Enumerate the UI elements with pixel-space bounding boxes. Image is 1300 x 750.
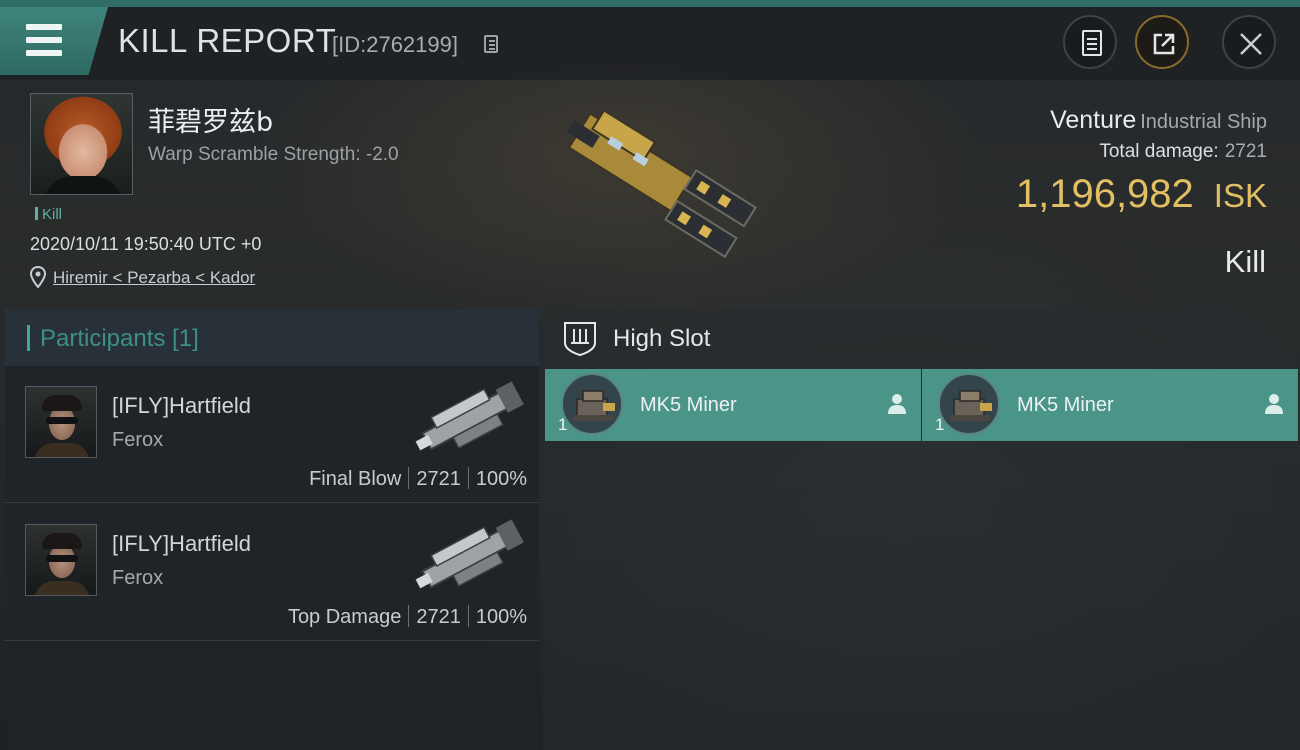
module-quantity: 1 bbox=[935, 415, 945, 434]
menu-icon bbox=[26, 24, 62, 30]
high-slot-title: High Slot bbox=[613, 325, 711, 352]
share-icon bbox=[1153, 33, 1175, 55]
participant-name: [IFLY]Hartfield bbox=[112, 531, 251, 556]
ship-class: Industrial Ship bbox=[1140, 111, 1267, 133]
module-item[interactable]: 1 MK5 Miner bbox=[545, 369, 921, 441]
share-button[interactable] bbox=[1135, 15, 1189, 69]
ferox-ship-image bbox=[415, 519, 524, 589]
victim-ship: Venture Industrial Ship bbox=[1050, 106, 1267, 135]
participant-stats: Top Damage 2721 100% bbox=[288, 605, 527, 629]
participant-avatar[interactable] bbox=[25, 524, 97, 596]
participant-damage: 2721 bbox=[416, 468, 461, 490]
participant-name: [IFLY]Hartfield bbox=[112, 393, 251, 418]
module-item[interactable]: 1 MK5 Miner bbox=[922, 369, 1298, 441]
copy-id-icon[interactable] bbox=[484, 35, 498, 53]
ferox-ship-image bbox=[415, 381, 524, 451]
participant-percent: 100% bbox=[475, 468, 527, 490]
kill-result: Kill bbox=[1224, 244, 1266, 279]
participant-role: Top Damage bbox=[287, 606, 402, 628]
kill-timestamp: 2020/10/11 19:50:40 UTC +0 bbox=[30, 234, 262, 254]
participant-ship: Ferox bbox=[112, 429, 164, 451]
participants-tab[interactable]: Participants [1] bbox=[5, 309, 539, 366]
module-name: MK5 Miner bbox=[1017, 394, 1114, 416]
location-link[interactable]: Hiremir < Pezarba < Kador bbox=[53, 268, 255, 288]
location-pin-icon bbox=[30, 266, 46, 288]
kill-tag: Kill bbox=[35, 206, 62, 223]
close-button[interactable] bbox=[1222, 15, 1276, 69]
isk-value: 1,196,982 ISK bbox=[1015, 172, 1267, 216]
report-id: [ID:2762199] bbox=[332, 32, 458, 57]
high-slot-icon bbox=[564, 322, 596, 357]
person-icon bbox=[888, 394, 906, 414]
venture-ship-image bbox=[566, 109, 757, 259]
module-quantity: 1 bbox=[558, 415, 568, 434]
participant-ship: Ferox bbox=[112, 567, 164, 589]
clipboard-icon bbox=[1082, 30, 1102, 56]
participant-avatar[interactable] bbox=[25, 386, 97, 458]
participant-stats: Final Blow 2721 100% bbox=[309, 467, 527, 491]
participant-role: Final Blow bbox=[309, 468, 402, 490]
page-title: KILL REPORT bbox=[118, 22, 337, 59]
mk5-miner-icon bbox=[938, 373, 1000, 435]
close-icon bbox=[1240, 33, 1262, 55]
person-icon bbox=[1265, 394, 1283, 414]
victim-portrait[interactable] bbox=[30, 93, 133, 195]
mk5-miner-icon bbox=[561, 373, 623, 435]
high-slot-header: High Slot bbox=[543, 309, 1300, 367]
total-damage: Total damage: 2721 bbox=[1099, 141, 1267, 162]
victim-name: 菲碧罗兹b bbox=[148, 107, 274, 138]
warp-scramble-strength: Warp Scramble Strength: -2.0 bbox=[148, 144, 399, 165]
clipboard-button[interactable] bbox=[1063, 15, 1117, 69]
ship-name: Venture bbox=[1050, 106, 1137, 134]
participant-damage: 2721 bbox=[416, 606, 461, 628]
module-name: MK5 Miner bbox=[640, 394, 737, 416]
participant-row[interactable]: [IFLY]Hartfield Ferox Top Damage 2721 100% bbox=[5, 505, 539, 641]
top-accent-line bbox=[0, 0, 1300, 7]
participant-row[interactable]: [IFLY]Hartfield Ferox Final Blow 2721 100% bbox=[5, 367, 539, 503]
participant-percent: 100% bbox=[475, 606, 527, 628]
